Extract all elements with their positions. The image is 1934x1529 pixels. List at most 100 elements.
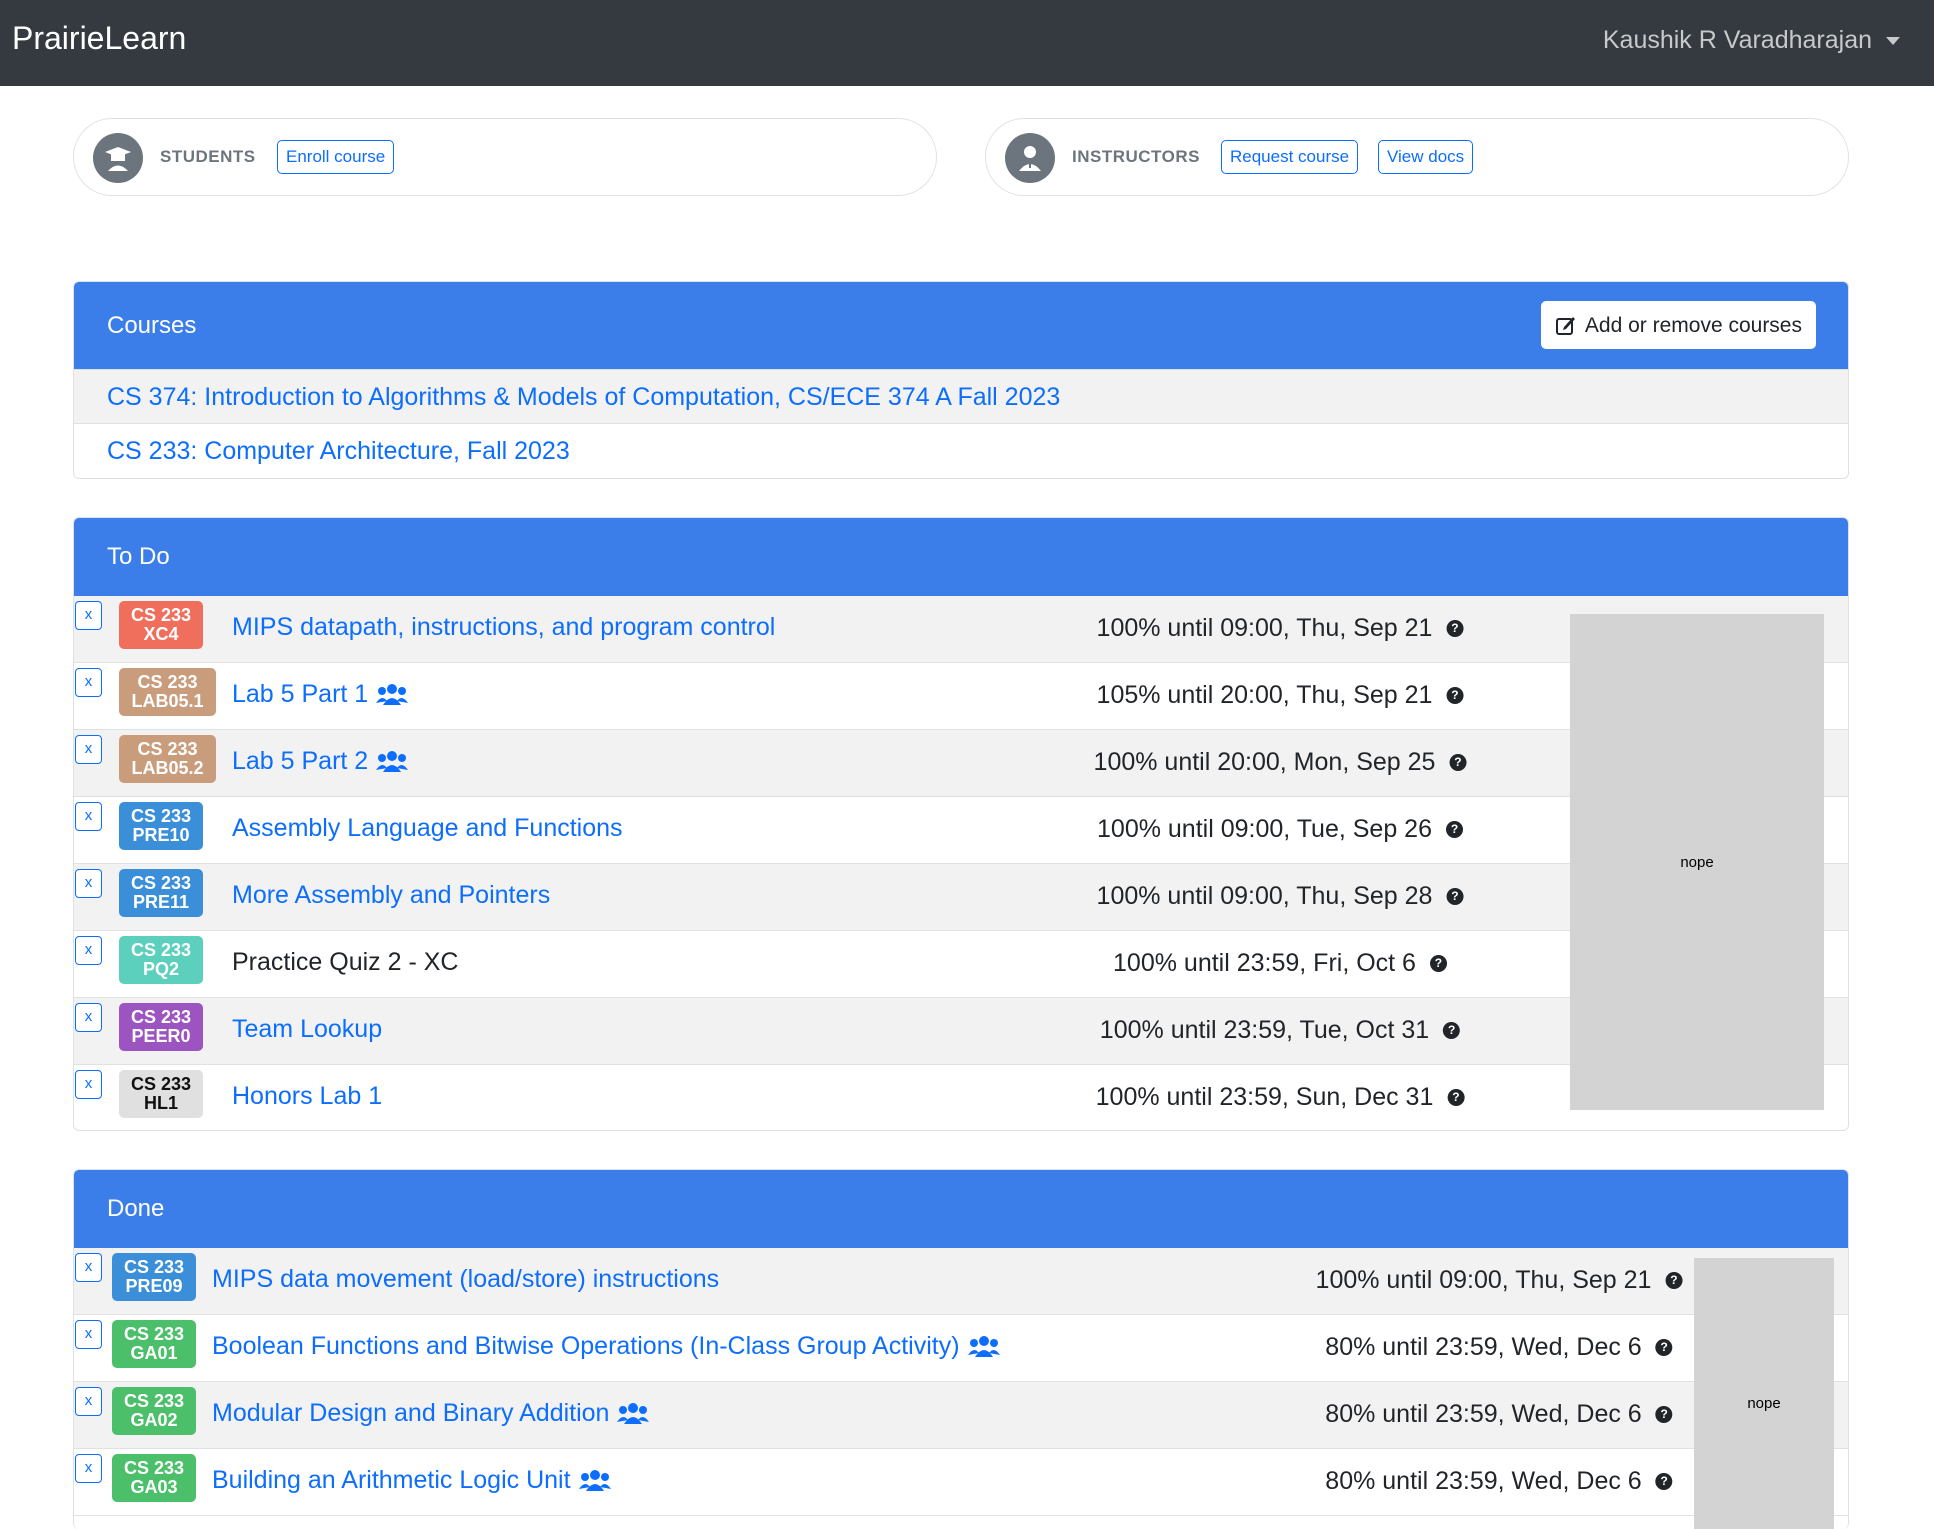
dismiss-button[interactable]: x <box>75 936 102 965</box>
badge-code: GA02 <box>130 1410 178 1430</box>
assessment-title[interactable]: Building an Arithmetic Logic Unit <box>212 1466 611 1495</box>
assessment-title[interactable]: Assembly Language and Functions <box>232 814 623 843</box>
dismiss-button[interactable]: x <box>75 1070 102 1099</box>
help-icon[interactable]: ? <box>1429 955 1447 972</box>
assessment-title[interactable]: Lab 5 Part 1 <box>232 680 409 709</box>
navbar: PrairieLearn Kaushik R Varadharajan <box>0 0 1934 86</box>
due-date: 100% until 09:00, Tue, Sep 26? <box>1097 815 1463 844</box>
group-icon <box>617 1402 650 1424</box>
instructors-panel: INSTRUCTORS Request course View docs <box>985 118 1849 196</box>
badge-course: CS 233 <box>123 1458 185 1478</box>
user-menu[interactable]: Kaushik R Varadharajan <box>1603 26 1900 55</box>
dismiss-button[interactable]: x <box>75 735 102 764</box>
assessment-badge: CS 233 PRE10 <box>119 802 203 850</box>
help-icon[interactable]: ? <box>1665 1272 1683 1289</box>
badge-course: CS 233 <box>130 605 192 625</box>
assessment-title: Practice Quiz 2 - XC <box>232 948 458 977</box>
assessment-badge: CS 233 PQ2 <box>119 936 203 984</box>
assessment-title[interactable]: Lab 5 Part 2 <box>232 747 409 776</box>
due-date: 80% until 23:59, Wed, Dec 6? <box>1325 1400 1673 1429</box>
badge-code: GA01 <box>130 1343 178 1363</box>
due-date-text: 100% until 09:00, Thu, Sep 21 <box>1096 614 1433 642</box>
help-icon[interactable]: ? <box>1655 1406 1673 1423</box>
help-icon[interactable]: ? <box>1655 1473 1673 1490</box>
assessment-title[interactable]: Honors Lab 1 <box>232 1082 382 1111</box>
enroll-course-button[interactable]: Enroll course <box>277 140 395 174</box>
courses-header: Courses Add or remove courses <box>74 282 1848 369</box>
dismiss-button[interactable]: x <box>75 1454 102 1483</box>
todo-title: To Do <box>107 543 170 570</box>
brand-link[interactable]: PrairieLearn <box>12 20 186 57</box>
group-icon <box>376 683 409 705</box>
assessment-title[interactable]: Boolean Functions and Bitwise Operations… <box>212 1332 1000 1361</box>
badge-course: CS 233 <box>130 873 192 893</box>
due-date-text: 80% until 23:59, Wed, Dec 6 <box>1325 1400 1642 1428</box>
help-icon[interactable]: ? <box>1446 888 1464 905</box>
badge-code: XC4 <box>143 624 179 644</box>
assessment-title[interactable]: MIPS datapath, instructions, and program… <box>232 613 775 642</box>
course-row: CS 374: Introduction to Algorithms & Mod… <box>74 369 1848 423</box>
course-link[interactable]: CS 374: Introduction to Algorithms & Mod… <box>107 383 1060 411</box>
due-date-text: 100% until 23:59, Fri, Oct 6 <box>1113 949 1416 977</box>
request-course-button[interactable]: Request course <box>1221 140 1359 174</box>
dismiss-button[interactable]: x <box>75 1387 102 1416</box>
help-icon[interactable]: ? <box>1446 620 1464 637</box>
due-date-text: 105% until 20:00, Thu, Sep 21 <box>1096 681 1433 709</box>
group-icon <box>578 1469 611 1491</box>
assessment-title[interactable]: More Assembly and Pointers <box>232 881 550 910</box>
dismiss-button[interactable]: x <box>75 1320 102 1349</box>
assessment-badge: CS 233 XC4 <box>119 601 203 649</box>
ad-placeholder: nope <box>1570 614 1824 1110</box>
assessment-title[interactable]: Team Lookup <box>232 1015 382 1044</box>
badge-course: CS 233 <box>130 940 192 960</box>
view-docs-button[interactable]: View docs <box>1378 140 1474 174</box>
due-date: 100% until 23:59, Tue, Oct 31? <box>1099 1016 1461 1045</box>
help-icon[interactable]: ? <box>1449 754 1467 771</box>
dismiss-button[interactable]: x <box>75 869 102 898</box>
group-icon <box>376 750 409 772</box>
assessment-badge: CS 233 HL1 <box>119 1070 203 1118</box>
badge-code: PRE11 <box>132 892 190 912</box>
help-icon[interactable]: ? <box>1446 687 1464 704</box>
dismiss-button[interactable]: x <box>75 802 102 831</box>
done-list: x CS 233 PRE09 MIPS data movement (load/sto… <box>74 1248 1848 1516</box>
done-card: Done x CS 233 PRE09 MIPS data movement (loa… <box>73 1169 1849 1529</box>
add-remove-courses-label: Add or remove courses <box>1584 313 1802 337</box>
add-remove-courses-button[interactable]: Add or remove courses <box>1540 301 1816 349</box>
badge-code: PRE09 <box>125 1276 183 1296</box>
dismiss-button[interactable]: x <box>75 1253 102 1282</box>
assessment-title-text: MIPS data movement (load/store) instruct… <box>212 1265 720 1293</box>
dismiss-button[interactable]: x <box>75 668 102 697</box>
assessment-row: x CS 233 GA03 Building an Arithmetic Logic … <box>74 1449 1848 1516</box>
help-icon[interactable]: ? <box>1655 1339 1673 1356</box>
assessment-badge: CS 233 GA02 <box>112 1387 196 1435</box>
course-link[interactable]: CS 233: Computer Architecture, Fall 2023 <box>107 437 570 465</box>
course-row: CS 233: Computer Architecture, Fall 2023 <box>74 423 1848 477</box>
help-icon[interactable]: ? <box>1447 1089 1465 1106</box>
badge-course: CS 233 <box>130 1074 192 1094</box>
courses-card: Courses Add or remove courses CS 374: In… <box>73 281 1849 479</box>
instructors-label: INSTRUCTORS <box>1072 147 1200 166</box>
assessment-title-text: Team Lookup <box>232 1015 383 1043</box>
due-date-text: 100% until 09:00, Tue, Sep 26 <box>1097 815 1432 843</box>
assessment-badge: CS 233 GA01 <box>112 1320 196 1368</box>
dismiss-button[interactable]: x <box>75 1003 102 1032</box>
assessment-title[interactable]: MIPS data movement (load/store) instruct… <box>212 1265 719 1294</box>
students-panel: STUDENTS Enroll course <box>73 118 937 196</box>
assessment-badge: CS 233 GA03 <box>112 1454 196 1502</box>
assessment-title[interactable]: Modular Design and Binary Addition <box>212 1399 650 1428</box>
due-date: 100% until 23:59, Sun, Dec 31? <box>1096 1083 1465 1112</box>
help-icon[interactable]: ? <box>1445 821 1463 838</box>
badge-course: CS 233 <box>137 739 198 759</box>
assessment-title-text: Lab 5 Part 1 <box>232 680 369 708</box>
badge-code: LAB05.1 <box>131 691 204 711</box>
due-date: 80% until 23:59, Wed, Dec 6? <box>1325 1333 1673 1362</box>
badge-course: CS 233 <box>123 1324 185 1344</box>
dismiss-button[interactable]: x <box>75 601 102 630</box>
badge-course: CS 233 <box>123 1257 185 1277</box>
due-date-text: 80% until 23:59, Wed, Dec 6 <box>1325 1467 1642 1495</box>
assessment-badge: CS 233 LAB05.2 <box>119 735 216 783</box>
help-icon[interactable]: ? <box>1443 1022 1461 1039</box>
due-date-text: 100% until 23:59, Tue, Oct 31 <box>1099 1016 1430 1044</box>
assessment-title-text: MIPS datapath, instructions, and program… <box>232 613 776 641</box>
